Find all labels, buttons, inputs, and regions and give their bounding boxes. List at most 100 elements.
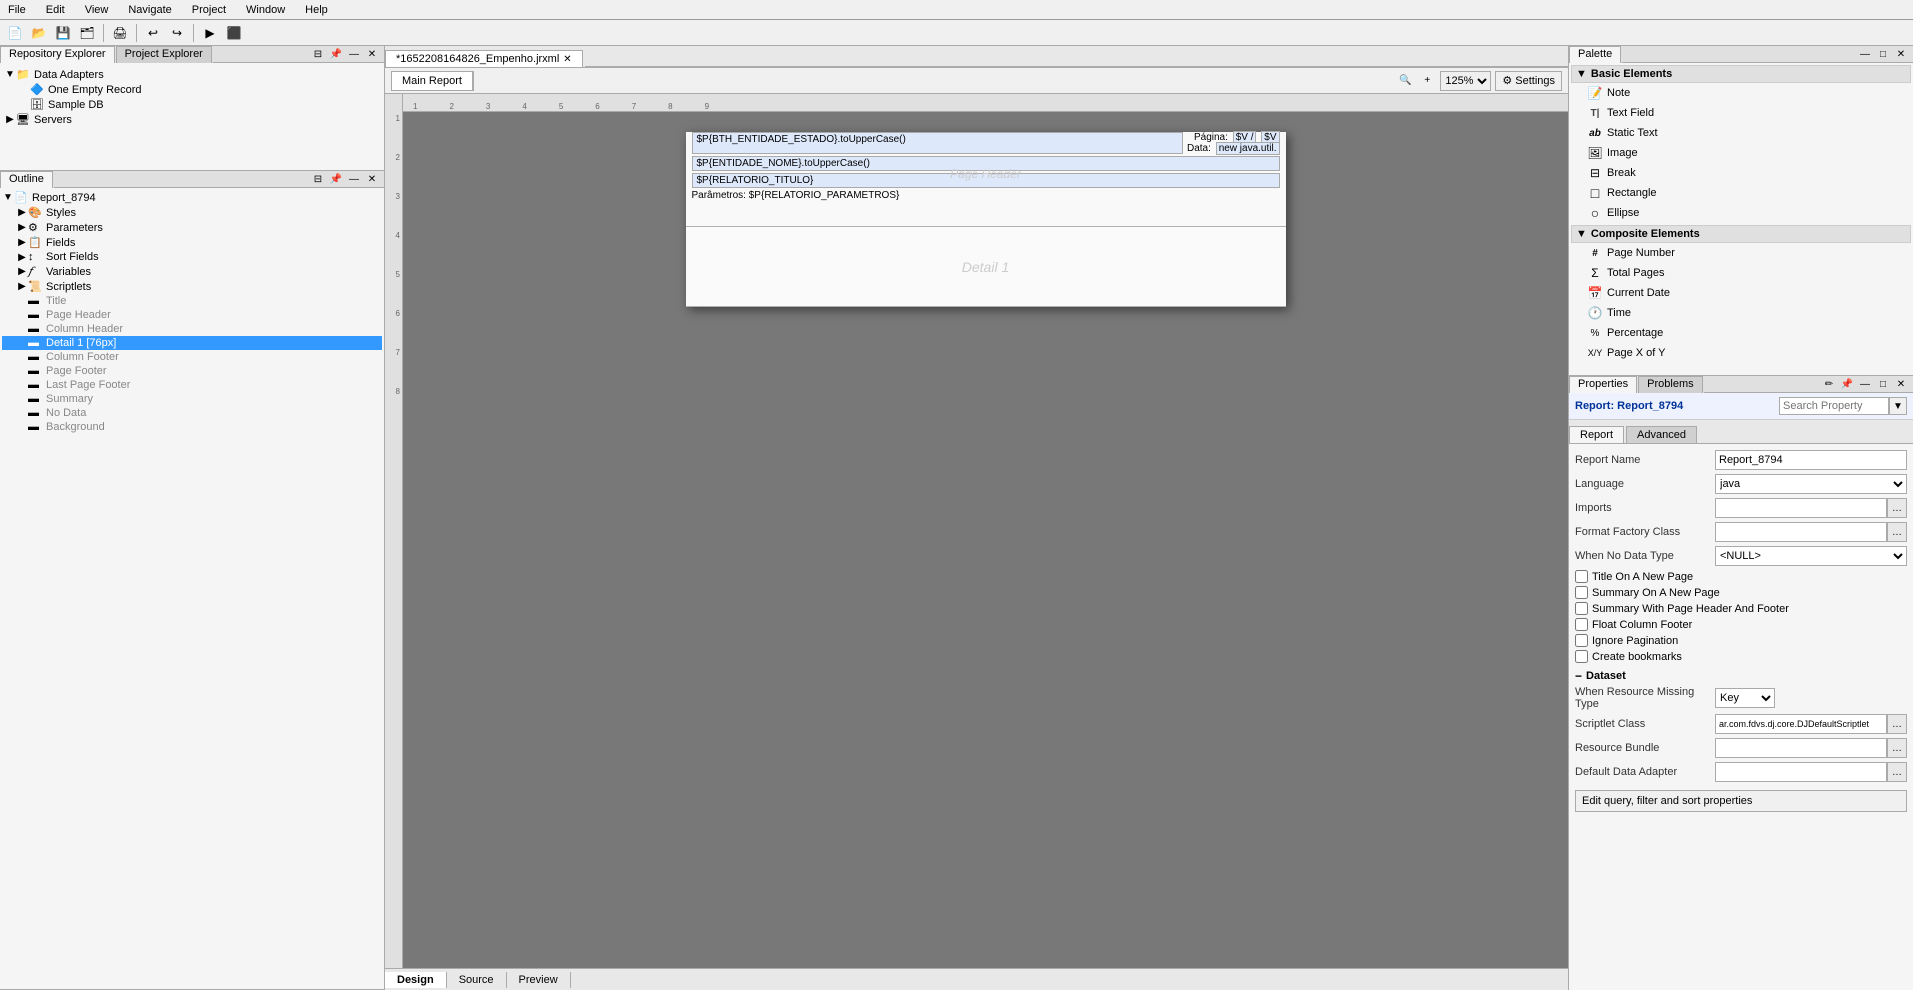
tab-preview[interactable]: Preview (507, 972, 571, 988)
tree-one-empty-record[interactable]: 🔷 One Empty Record (4, 82, 380, 97)
tab-project-explorer[interactable]: Project Explorer (116, 46, 212, 63)
props-close-icon[interactable]: ✕ (1893, 376, 1909, 392)
palette-item-break[interactable]: ⊟ Break (1571, 163, 1911, 183)
palette-item-total-pages[interactable]: Σ Total Pages (1571, 263, 1911, 283)
tab-problems[interactable]: Problems (1638, 376, 1702, 393)
main-report-subtab[interactable]: Main Report (392, 72, 473, 90)
palette-max-icon[interactable]: □ (1875, 46, 1891, 62)
menu-navigate[interactable]: Navigate (124, 2, 175, 18)
palette-item-page-number[interactable]: # Page Number (1571, 243, 1911, 263)
palette-item-rectangle[interactable]: □ Rectangle (1571, 183, 1911, 203)
props-dataset-header[interactable]: Dataset (1575, 669, 1907, 683)
outline-variables[interactable]: ▶ 𝑓 Variables (2, 264, 382, 279)
tab-repository-explorer[interactable]: Repository Explorer (0, 46, 115, 63)
menu-window[interactable]: Window (242, 2, 289, 18)
prop-select-language[interactable]: java groovy (1715, 474, 1907, 494)
edit-query-btn[interactable]: Edit query, filter and sort properties (1575, 790, 1907, 812)
outline-no-data[interactable]: ▬ No Data (2, 406, 382, 420)
menu-edit[interactable]: Edit (42, 2, 69, 18)
prop-input-scriptlet-class[interactable] (1715, 714, 1887, 734)
toolbar-new[interactable]: 📄 (4, 22, 26, 44)
outline-background[interactable]: ▬ Background (2, 420, 382, 434)
zoom-select[interactable]: 125% 100% 75% 150% (1440, 71, 1491, 91)
checkbox-float-column-footer[interactable] (1575, 618, 1588, 631)
checkbox-create-bookmarks[interactable] (1575, 650, 1588, 663)
repo-close-icon[interactable]: ✕ (364, 46, 380, 62)
outline-title[interactable]: ▬ Title (2, 294, 382, 308)
outline-summary[interactable]: ▬ Summary (2, 392, 382, 406)
menu-help[interactable]: Help (301, 2, 332, 18)
outline-page-header[interactable]: ▬ Page Header (2, 308, 382, 322)
palette-item-time[interactable]: 🕐 Time (1571, 303, 1911, 323)
toolbar-redo[interactable]: ↪ (166, 22, 188, 44)
toggle-data-adapters[interactable]: ▼ (4, 69, 16, 80)
palette-basic-header[interactable]: ▼ Basic Elements (1571, 65, 1911, 83)
prop-input-resource-bundle[interactable] (1715, 738, 1887, 758)
prop-select-when-no-data[interactable]: <NULL> NoDataSection AllSectionsNoDetail (1715, 546, 1907, 566)
checkbox-ignore-pagination[interactable] (1575, 634, 1588, 647)
toolbar-save[interactable]: 💾 (52, 22, 74, 44)
ph-field1[interactable]: $P{BTH_ENTIDADE_ESTADO}.toUpperCase() (692, 132, 1184, 154)
toolbar-open[interactable]: 📂 (28, 22, 50, 44)
tree-data-adapters[interactable]: ▼ 📁 Data Adapters (4, 67, 380, 82)
toolbar-stop[interactable]: ⬛ (223, 22, 245, 44)
tab-outline[interactable]: Outline (0, 171, 53, 188)
palette-item-current-date[interactable]: 📅 Current Date (1571, 283, 1911, 303)
toolbar-undo[interactable]: ↩ (142, 22, 164, 44)
outline-detail1[interactable]: ▬ Detail 1 [76px] (2, 336, 382, 350)
palette-close-icon[interactable]: ✕ (1893, 46, 1909, 62)
props-tab-report[interactable]: Report (1569, 426, 1624, 443)
outline-last-page-footer[interactable]: ▬ Last Page Footer (2, 378, 382, 392)
prop-input-imports[interactable] (1715, 498, 1887, 518)
menu-view[interactable]: View (81, 2, 113, 18)
tab-design[interactable]: Design (385, 972, 447, 988)
palette-item-percentage[interactable]: % Percentage (1571, 323, 1911, 343)
palette-min-icon[interactable]: — (1857, 46, 1873, 62)
props-tab-advanced[interactable]: Advanced (1626, 426, 1697, 443)
tab-properties[interactable]: Properties (1569, 376, 1637, 393)
prop-format-factory-btn[interactable]: … (1887, 522, 1907, 542)
ph-field3[interactable]: $P{RELATORIO_TITULO} (692, 173, 1280, 188)
toolbar-save-all[interactable]: 🗂 (76, 22, 98, 44)
ph-field2[interactable]: $P{ENTIDADE_NOME}.toUpperCase() (692, 156, 1280, 171)
palette-item-text-field[interactable]: T| Text Field (1571, 103, 1911, 123)
toggle-servers[interactable]: ▶ (4, 114, 16, 125)
checkbox-title-on-new-page[interactable] (1575, 570, 1588, 583)
toolbar-print[interactable]: 🖨 (109, 22, 131, 44)
palette-item-static-text[interactable]: ab Static Text (1571, 123, 1911, 143)
prop-default-data-adapter-btn[interactable]: … (1887, 762, 1907, 782)
outline-column-header[interactable]: ▬ Column Header (2, 322, 382, 336)
editor-tab-close[interactable]: ✕ (563, 54, 571, 65)
outline-column-footer[interactable]: ▬ Column Footer (2, 350, 382, 364)
design-canvas-scroll[interactable]: 1 2 3 4 5 6 7 8 9 Page Header (403, 94, 1568, 968)
prop-imports-btn[interactable]: … (1887, 498, 1907, 518)
checkbox-summary-on-new-page[interactable] (1575, 586, 1588, 599)
outline-collapse-icon[interactable]: ⊟ (310, 171, 326, 187)
tree-servers[interactable]: ▶ 🖥 Servers (4, 112, 380, 127)
prop-resource-bundle-btn[interactable]: … (1887, 738, 1907, 758)
outline-min-icon[interactable]: — (346, 171, 362, 187)
outline-close-icon[interactable]: ✕ (364, 171, 380, 187)
tree-sample-db[interactable]: 🗄 Sample DB (4, 97, 380, 112)
palette-composite-header[interactable]: ▼ Composite Elements (1571, 225, 1911, 243)
palette-item-note[interactable]: 📝 Note (1571, 83, 1911, 103)
prop-input-format-factory[interactable] (1715, 522, 1887, 542)
outline-scriptlets[interactable]: ▶ 📜 Scriptlets (2, 279, 382, 294)
outline-sort-fields[interactable]: ▶ ↕ Sort Fields (2, 250, 382, 264)
settings-btn[interactable]: ⚙ Settings (1495, 71, 1562, 91)
zoom-in-btn[interactable]: + (1418, 72, 1436, 90)
repo-min-icon[interactable]: — (346, 46, 362, 62)
outline-report[interactable]: ▼ 📄 Report_8794 (2, 190, 382, 205)
tab-palette[interactable]: Palette (1569, 46, 1621, 63)
outline-pin-icon[interactable]: 📌 (328, 171, 344, 187)
tab-source[interactable]: Source (447, 972, 507, 988)
prop-input-report-name[interactable] (1715, 450, 1907, 470)
palette-item-page-x-of-y[interactable]: X/Y Page X of Y (1571, 343, 1911, 363)
menu-project[interactable]: Project (188, 2, 230, 18)
palette-item-image[interactable]: 🖼 Image (1571, 143, 1911, 163)
props-min-icon[interactable]: — (1857, 376, 1873, 392)
prop-scriptlet-class-btn[interactable]: … (1887, 714, 1907, 734)
props-edit-icon[interactable]: ✏ (1821, 376, 1837, 392)
props-pin-icon[interactable]: 📌 (1839, 376, 1855, 392)
prop-select-resource-missing[interactable]: Key (1715, 688, 1775, 708)
